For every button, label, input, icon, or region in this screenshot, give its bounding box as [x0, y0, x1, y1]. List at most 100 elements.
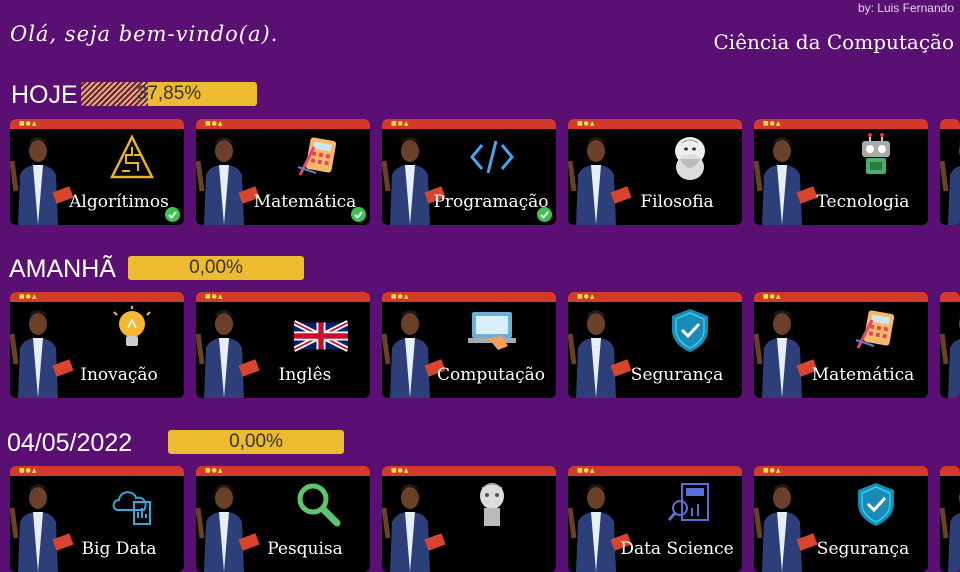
- window-titlebar: ■●▲: [568, 119, 742, 129]
- calculator-icon: [294, 133, 342, 181]
- section-label: AMANHÃ: [9, 255, 116, 283]
- magnifier-icon: [294, 480, 342, 528]
- window-controls-icon: ■●▲: [19, 120, 38, 127]
- presenter: [940, 131, 960, 225]
- window-controls-icon: ■●▲: [577, 293, 596, 300]
- card-row-tomorrow: ■●▲ Inovação ■●▲ Inglês ■●▲ Computação ■●▲ Segu…: [10, 292, 960, 398]
- subject-card[interactable]: ■●▲ Computação: [382, 292, 556, 398]
- window-titlebar: ■●▲: [10, 119, 184, 129]
- window-controls-icon: ■●▲: [391, 467, 410, 474]
- presenter-figure-icon: [940, 488, 960, 572]
- subject-card[interactable]: ■●▲ Matemática: [754, 292, 928, 398]
- window-titlebar: ■●▲: [196, 466, 370, 476]
- window-titlebar: ■●▲: [568, 466, 742, 476]
- subject-label: Inovação: [80, 365, 158, 385]
- maze-pyramid-icon: [108, 133, 156, 181]
- window-controls-icon: ■●▲: [763, 120, 782, 127]
- subject-card[interactable]: ■●▲ Segurança: [754, 466, 928, 572]
- progress-percent: 37,85%: [136, 83, 202, 104]
- progress-percent: 0,00%: [189, 257, 243, 278]
- window-titlebar: ■●▲: [754, 292, 928, 302]
- subject-card[interactable]: ■●▲ Inglês: [196, 292, 370, 398]
- window-titlebar: ■●▲: [10, 292, 184, 302]
- window-titlebar: ■●▲: [568, 292, 742, 302]
- data-report-icon: [666, 480, 714, 528]
- window-controls-icon: ■●▲: [763, 293, 782, 300]
- subject-label: Inglês: [278, 365, 332, 385]
- window-titlebar: [940, 292, 960, 302]
- progress-bar: 0,00%: [128, 256, 304, 280]
- window-titlebar: [940, 466, 960, 476]
- course-title: Ciência da Computação: [713, 30, 955, 54]
- subject-label: Segurança: [630, 365, 724, 385]
- window-controls-icon: ■●▲: [391, 120, 410, 127]
- subject-label: Tecnologia: [816, 192, 910, 212]
- subject-label: Data Science: [620, 539, 734, 559]
- shield-check-icon: [852, 480, 900, 528]
- subject-label: Big Data: [81, 539, 157, 559]
- window-titlebar: [940, 119, 960, 129]
- window-titlebar: ■●▲: [382, 292, 556, 302]
- subject-card-partial[interactable]: [940, 466, 960, 572]
- progress-bar: 0,00%: [168, 430, 344, 454]
- subject-card[interactable]: ■●▲ Tecnologia: [754, 119, 928, 225]
- completed-check-icon: [351, 207, 366, 222]
- window-titlebar: ■●▲: [10, 466, 184, 476]
- card-row-today: ■●▲ Algorítimos ■●▲ Matemática ■●▲ Programaçã…: [10, 119, 960, 225]
- subject-card[interactable]: ■●▲: [382, 466, 556, 572]
- window-controls-icon: ■●▲: [205, 293, 224, 300]
- subject-card[interactable]: ■●▲ Pesquisa: [196, 466, 370, 572]
- card-row-date: ■●▲ Big Data ■●▲ Pesquisa ■●▲ ■●▲ Data Science…: [10, 466, 960, 572]
- laptop-icon: [468, 306, 516, 354]
- window-controls-icon: ■●▲: [577, 467, 596, 474]
- section-label: 04/05/2022: [7, 429, 133, 457]
- subject-card[interactable]: ■●▲ Algorítimos: [10, 119, 184, 225]
- cloud-data-icon: [108, 480, 156, 528]
- subject-card-partial[interactable]: [940, 119, 960, 225]
- completed-check-icon: [165, 207, 180, 222]
- presenter: [940, 304, 960, 398]
- window-controls-icon: ■●▲: [205, 120, 224, 127]
- subject-card[interactable]: ■●▲ Big Data: [10, 466, 184, 572]
- greeting-text: Olá, seja bem-vindo(a).: [10, 22, 279, 46]
- window-titlebar: ■●▲: [196, 119, 370, 129]
- window-controls-icon: ■●▲: [19, 293, 38, 300]
- completed-check-icon: [537, 207, 552, 222]
- subject-card[interactable]: ■●▲ Segurança: [568, 292, 742, 398]
- subject-label: Programação: [433, 192, 549, 212]
- subject-label: Algorítimos: [69, 192, 169, 212]
- section-label: HOJE: [11, 81, 78, 109]
- window-titlebar: ■●▲: [382, 119, 556, 129]
- section-today-header: HOJE 37,85%: [11, 81, 271, 109]
- progress-bar: 37,85%: [81, 82, 257, 106]
- subject-card[interactable]: ■●▲ Data Science: [568, 466, 742, 572]
- lightbulb-icon: [108, 306, 156, 354]
- section-tomorrow-header: AMANHÃ 0,00%: [9, 255, 309, 283]
- window-controls-icon: ■●▲: [763, 467, 782, 474]
- presenter-figure-icon: [382, 484, 446, 572]
- subject-card[interactable]: ■●▲ Programação: [382, 119, 556, 225]
- section-date-header: 04/05/2022 0,00%: [7, 429, 347, 457]
- author-credit: by: Luis Fernando: [857, 1, 954, 15]
- uk-flag-icon: [292, 320, 350, 352]
- window-titlebar: ■●▲: [196, 292, 370, 302]
- window-controls-icon: ■●▲: [577, 120, 596, 127]
- subject-card[interactable]: ■●▲ Filosofia: [568, 119, 742, 225]
- robot-head-icon: [468, 480, 516, 528]
- subject-card[interactable]: ■●▲ Inovação: [10, 292, 184, 398]
- subject-label: Matemática: [811, 365, 915, 385]
- subject-card[interactable]: ■●▲ Matemática: [196, 119, 370, 225]
- subject-card-partial[interactable]: [940, 292, 960, 398]
- window-titlebar: ■●▲: [754, 119, 928, 129]
- window-controls-icon: ■●▲: [19, 467, 38, 474]
- window-titlebar: ■●▲: [382, 466, 556, 476]
- philosopher-bust-icon: [666, 133, 714, 181]
- robot-icon: [852, 133, 900, 181]
- progress-percent: 0,00%: [229, 431, 283, 452]
- shield-check-icon: [666, 306, 714, 354]
- presenter-figure-icon: [940, 141, 960, 225]
- subject-label: Computação: [436, 365, 546, 385]
- subject-label: Segurança: [816, 539, 910, 559]
- subject-label: Matemática: [253, 192, 357, 212]
- presenter-figure-icon: [940, 314, 960, 398]
